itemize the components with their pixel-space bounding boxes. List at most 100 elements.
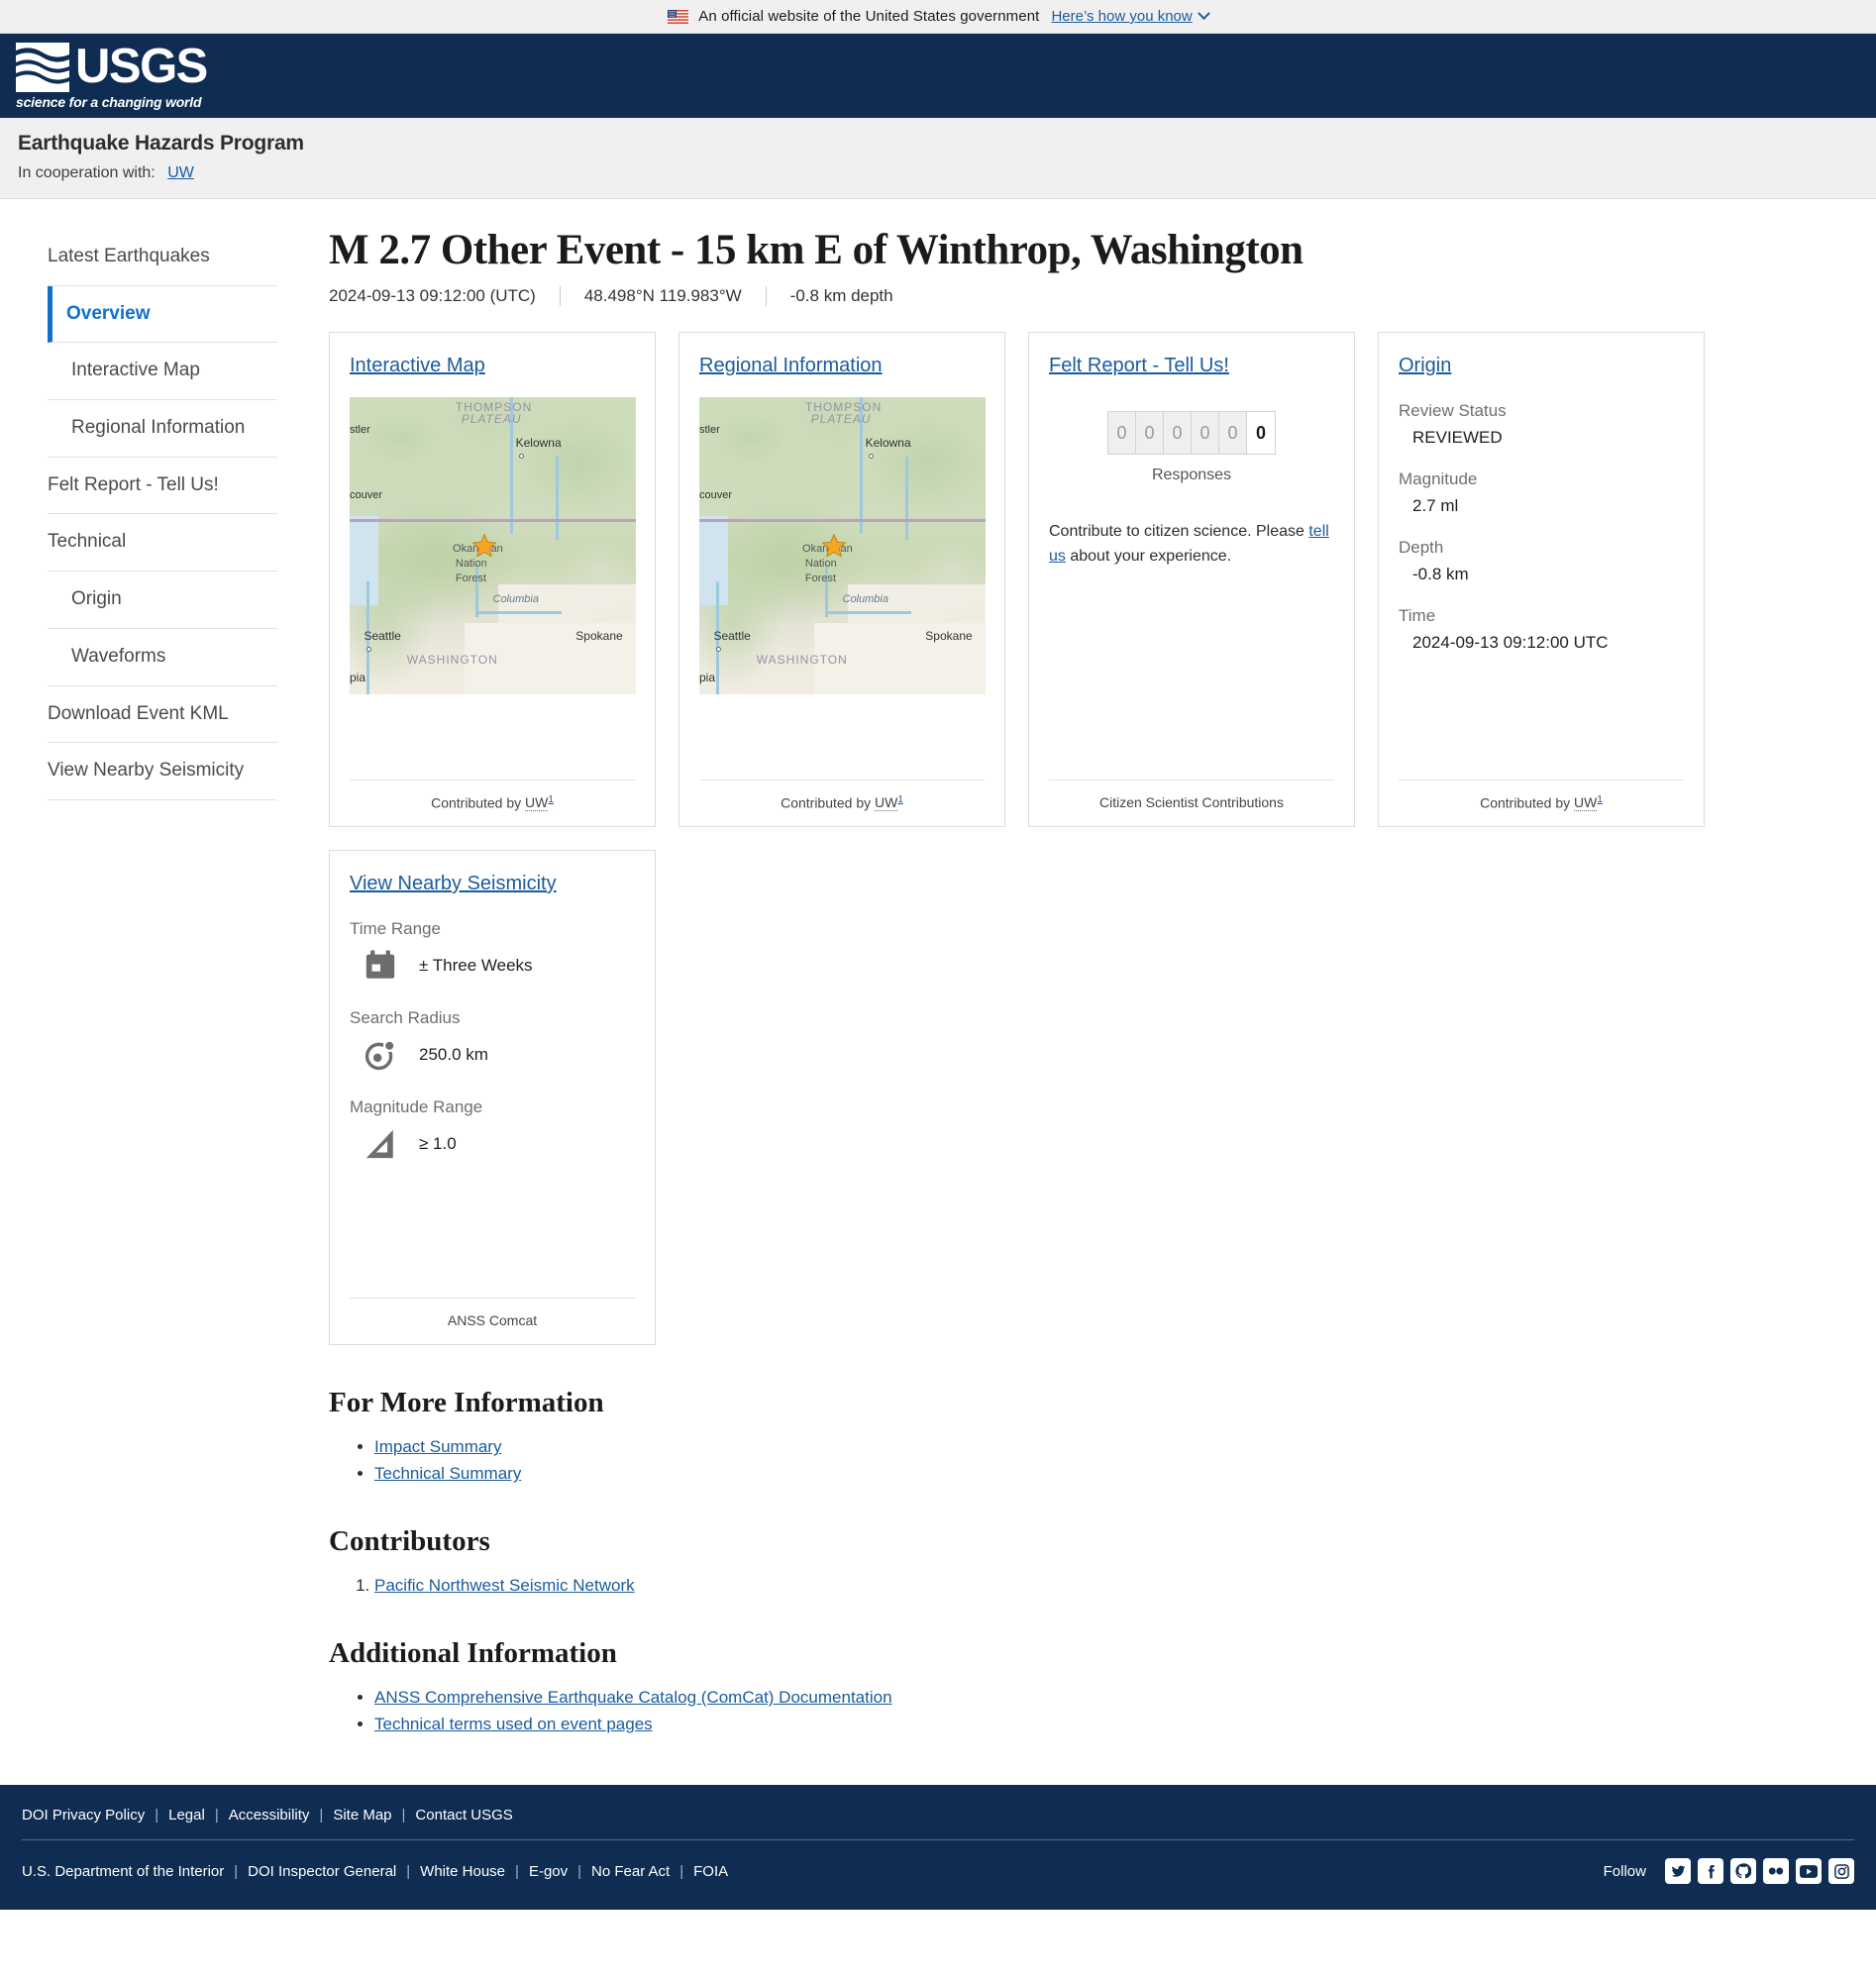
card-body-regional-information: THOMPSON PLATEAU Kelowna stler couver Ok… bbox=[699, 397, 986, 779]
additional-info-link[interactable]: ANSS Comprehensive Earthquake Catalog (C… bbox=[374, 1688, 892, 1707]
chevron-down-icon[interactable] bbox=[1197, 7, 1210, 21]
terrain-map-thumbnail[interactable]: THOMPSON PLATEAU Kelowna stler couver Ok… bbox=[350, 397, 636, 695]
seismicity-value-search-radius: 250.0 km bbox=[419, 1045, 488, 1065]
footer-link-u-s-department-of-the-interior[interactable]: U.S. Department of the Interior bbox=[22, 1863, 224, 1880]
flickr-icon[interactable] bbox=[1763, 1858, 1789, 1885]
more-info-list: Impact Summary Technical Summary bbox=[329, 1437, 1836, 1484]
program-title: Earthquake Hazards Program bbox=[18, 132, 304, 155]
contribute-text-after: about your experience. bbox=[1065, 547, 1232, 565]
seismicity-row-time-range: ± Three Weeks bbox=[350, 949, 635, 983]
github-icon[interactable] bbox=[1730, 1858, 1756, 1885]
map-label-olympia: pia bbox=[699, 671, 716, 685]
footer-link-doi-privacy-policy[interactable]: DOI Privacy Policy bbox=[22, 1807, 145, 1824]
footer-row-secondary: U.S. Department of the Interior | DOI Insp… bbox=[22, 1863, 728, 1880]
sidebar-item-interactive-map[interactable]: Interactive Map bbox=[48, 343, 277, 401]
footer-link-doi-inspector-general[interactable]: DOI Inspector General bbox=[248, 1863, 396, 1880]
seismicity-label-magnitude-range: Magnitude Range bbox=[350, 1097, 483, 1117]
sidebar-item-regional-information[interactable]: Regional Information bbox=[48, 400, 277, 458]
page-body: Latest Earthquakes Overview Interactive Ma… bbox=[0, 199, 1876, 1742]
origin-label-review-status: Review Status bbox=[1399, 401, 1507, 421]
footer-separator: | bbox=[401, 1807, 406, 1825]
footer-prefix: Contributed by bbox=[781, 794, 876, 811]
seismicity-row-search-radius: 250.0 km bbox=[350, 1038, 635, 1072]
footer-link-contact-usgs[interactable]: Contact USGS bbox=[415, 1807, 512, 1824]
sidebar-item-technical[interactable]: Technical bbox=[48, 514, 277, 573]
origin-value-time: 2024-09-13 09:12:00 UTC bbox=[1412, 633, 1609, 653]
more-info-link[interactable]: Technical Summary bbox=[374, 1464, 521, 1483]
footnote-ref[interactable]: 1 bbox=[548, 794, 554, 805]
uw-abbr[interactable]: UW bbox=[875, 794, 898, 812]
sidebar-item-label: Interactive Map bbox=[71, 360, 200, 381]
youtube-icon[interactable] bbox=[1796, 1858, 1822, 1885]
cooperation-link-uw[interactable]: UW bbox=[167, 164, 194, 181]
card-title-interactive-map[interactable]: Interactive Map bbox=[350, 355, 635, 377]
map-label-seattle: Seattle bbox=[713, 629, 751, 644]
more-info-link[interactable]: Impact Summary bbox=[374, 1437, 501, 1456]
footer-separator: | bbox=[679, 1862, 684, 1880]
map-label-columbia: Columbia bbox=[842, 593, 888, 606]
footer-link-e-gov[interactable]: E-gov bbox=[529, 1863, 568, 1880]
how-you-know-link[interactable]: Here’s how you know bbox=[1051, 8, 1192, 25]
sidebar-item-view-nearby-seismicity[interactable]: View Nearby Seismicity bbox=[48, 743, 277, 800]
footer-link-legal[interactable]: Legal bbox=[168, 1807, 205, 1824]
calendar-icon bbox=[364, 949, 397, 983]
seismicity-label-search-radius: Search Radius bbox=[350, 1008, 461, 1028]
footer-link-no-fear-act[interactable]: No Fear Act bbox=[591, 1863, 670, 1880]
map-label-forest: Forest bbox=[455, 573, 487, 585]
footer-separator: | bbox=[155, 1807, 159, 1825]
facebook-icon[interactable] bbox=[1698, 1858, 1723, 1885]
uw-abbr[interactable]: UW bbox=[525, 794, 549, 812]
program-band: Earthquake Hazards Program In cooperatio… bbox=[0, 118, 1876, 199]
card-regional-information: Regional Information THOMPSON PLATEAU Ke… bbox=[678, 332, 1005, 828]
footer-link-accessibility[interactable]: Accessibility bbox=[229, 1807, 310, 1824]
card-title-felt-report[interactable]: Felt Report - Tell Us! bbox=[1049, 355, 1334, 377]
card-origin: Origin Review Status REVIEWED Magnitude 2.7… bbox=[1378, 332, 1705, 828]
meta-divider bbox=[765, 286, 767, 307]
odometer-digit-0: 0 bbox=[1108, 412, 1136, 455]
us-flag-icon bbox=[668, 9, 689, 24]
sidebar-item-download-event-kml[interactable]: Download Event KML bbox=[48, 686, 277, 744]
sidebar-item-label: Waveforms bbox=[71, 645, 166, 667]
section-heading-more-info: For More Information bbox=[329, 1387, 604, 1419]
radius-target-icon bbox=[364, 1038, 397, 1072]
meta-divider bbox=[559, 286, 561, 307]
event-meta: 2024-09-13 09:12:00 (UTC) 48.498°N 119.9… bbox=[329, 286, 1836, 307]
responses-label: Responses bbox=[1151, 467, 1232, 484]
footnote-ref[interactable]: 1 bbox=[1597, 794, 1603, 805]
footer-prefix: Contributed by bbox=[1480, 794, 1575, 811]
sidebar-item-felt-report-tell-us[interactable]: Felt Report - Tell Us! bbox=[48, 458, 277, 515]
additional-info-link[interactable]: Technical terms used on event pages bbox=[374, 1715, 653, 1733]
footnote-ref[interactable]: 1 bbox=[897, 794, 903, 805]
map-label-seattle: Seattle bbox=[364, 629, 401, 644]
event-time: 2024-09-13 09:12:00 (UTC) bbox=[329, 286, 536, 306]
map-label-national: Nation bbox=[804, 558, 837, 571]
card-title-regional-information[interactable]: Regional Information bbox=[699, 355, 985, 377]
card-title-nearby-seismicity[interactable]: View Nearby Seismicity bbox=[350, 873, 635, 895]
usgs-logo[interactable]: USGS science for a changing world bbox=[16, 42, 208, 110]
epicenter-star-icon bbox=[821, 533, 847, 559]
map-label-whistler: stler bbox=[699, 424, 720, 437]
footer-link-site-map[interactable]: Site Map bbox=[333, 1807, 391, 1824]
sidebar-item-label: Felt Report - Tell Us! bbox=[48, 473, 219, 495]
footer-link-white-house[interactable]: White House bbox=[420, 1863, 505, 1880]
follow-section: Follow bbox=[1604, 1858, 1854, 1885]
sidebar-item-latest-earthquakes[interactable]: Latest Earthquakes bbox=[48, 229, 277, 286]
sidebar-nav: Latest Earthquakes Overview Interactive Ma… bbox=[0, 199, 297, 800]
contribute-text: Contribute to citizen science. Please te… bbox=[1049, 520, 1334, 570]
terrain-map-thumbnail-regional[interactable]: THOMPSON PLATEAU Kelowna stler couver Ok… bbox=[699, 397, 986, 695]
sidebar-item-label: Origin bbox=[71, 588, 122, 610]
odometer-digit-1: 0 bbox=[1136, 412, 1164, 455]
contributor-link[interactable]: Pacific Northwest Seismic Network bbox=[374, 1576, 635, 1595]
footer-link-foia[interactable]: FOIA bbox=[693, 1863, 728, 1880]
sidebar-item-waveforms[interactable]: Waveforms bbox=[48, 629, 277, 686]
gov-banner-text: An official website of the United States… bbox=[698, 8, 1040, 25]
map-label-kelowna: Kelowna bbox=[515, 436, 562, 451]
card-title-origin[interactable]: Origin bbox=[1399, 355, 1684, 377]
card-footer-felt-report: Citizen Scientist Contributions bbox=[1049, 780, 1334, 826]
twitter-icon[interactable] bbox=[1665, 1858, 1691, 1885]
sidebar-item-origin[interactable]: Origin bbox=[48, 572, 277, 629]
uw-abbr[interactable]: UW bbox=[1574, 794, 1598, 812]
seismicity-label-time-range: Time Range bbox=[350, 919, 441, 939]
instagram-icon[interactable] bbox=[1828, 1858, 1854, 1885]
sidebar-item-overview[interactable]: Overview bbox=[48, 285, 277, 344]
